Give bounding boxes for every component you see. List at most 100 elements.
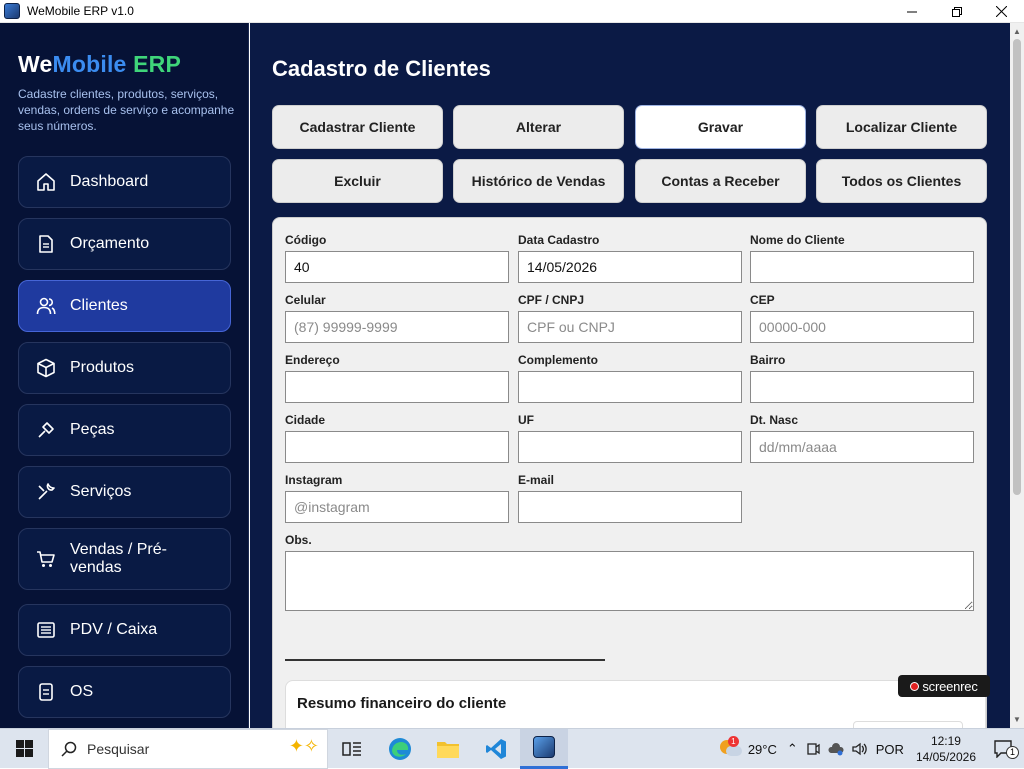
close-button[interactable] <box>979 0 1024 23</box>
uf-field[interactable] <box>518 431 742 463</box>
section-divider <box>285 659 605 661</box>
sidebar-item-vendas[interactable]: Vendas / Pré-vendas <box>18 528 231 590</box>
users-icon <box>36 296 56 316</box>
close-icon <box>996 6 1007 17</box>
sidebar-item-label: Clientes <box>70 297 128 314</box>
sidebar-item-dashboard[interactable]: Dashboard <box>18 156 231 208</box>
main-scrollbar[interactable]: ▲ ▼ <box>1010 23 1024 728</box>
weather-badge: 1 <box>727 736 739 747</box>
sidebar-item-label: Vendas / Pré-vendas <box>70 541 167 576</box>
taskbar-clock[interactable]: 12:19 14/05/2026 <box>916 733 976 765</box>
edge-button[interactable] <box>376 729 424 769</box>
sidebar-item-os[interactable]: OS <box>18 666 231 718</box>
sidebar-item-label: Serviços <box>70 483 132 500</box>
complemento-label: Complemento <box>518 353 599 367</box>
cpf-label: CPF / CNPJ <box>518 293 585 307</box>
dt-nasc-field[interactable] <box>750 431 974 463</box>
excluir-button[interactable]: Excluir <box>272 159 443 203</box>
main-content: Cadastro de Clientes Cadastrar Cliente A… <box>250 23 1010 728</box>
window-titlebar: WeMobile ERP v1.0 <box>0 0 1024 23</box>
sidebar-item-label: Orçamento <box>70 235 150 252</box>
window-controls <box>889 0 1024 23</box>
windows-logo-icon <box>15 740 33 757</box>
task-view-button[interactable] <box>328 729 376 769</box>
instagram-label: Instagram <box>285 473 343 487</box>
clock-date: 14/05/2026 <box>915 750 976 764</box>
language-indicator[interactable]: POR <box>876 742 904 757</box>
scroll-up-arrow-icon[interactable]: ▲ <box>1013 27 1021 36</box>
sidebar-item-label: PDV / Caixa <box>70 621 158 638</box>
brand-part-erp: ERP <box>133 51 182 77</box>
notification-count: 1 <box>1006 746 1019 759</box>
brand-description: Cadastre clientes, produtos, serviços, v… <box>18 87 235 133</box>
instagram-field[interactable] <box>285 491 509 523</box>
speaker-icon[interactable] <box>852 742 868 756</box>
weather-widget[interactable]: 1 29°C <box>719 736 777 758</box>
alterar-button[interactable]: Alterar <box>453 105 624 149</box>
cpf-field[interactable] <box>518 311 742 343</box>
sidebar-item-servicos[interactable]: Serviços <box>18 466 231 518</box>
meet-now-icon[interactable] <box>806 742 820 756</box>
tool-icon <box>36 420 56 440</box>
todos-clientes-button[interactable]: Todos os Clientes <box>816 159 987 203</box>
sidebar-item-clientes[interactable]: Clientes <box>18 280 231 332</box>
scroll-down-arrow-icon[interactable]: ▼ <box>1013 715 1021 724</box>
contas-receber-button[interactable]: Contas a Receber <box>635 159 806 203</box>
brand-part-mobile: Mobile <box>52 51 127 77</box>
gravar-button[interactable]: Gravar <box>635 105 806 149</box>
uf-label: UF <box>518 413 534 427</box>
endereco-label: Endereço <box>285 353 340 367</box>
cidade-field[interactable] <box>285 431 509 463</box>
scrollbar-thumb[interactable] <box>1013 39 1021 495</box>
vscode-button[interactable] <box>472 729 520 769</box>
complemento-field[interactable] <box>518 371 742 403</box>
notifications-button[interactable]: 1 <box>984 729 1024 769</box>
celular-field[interactable] <box>285 311 509 343</box>
register-icon <box>36 620 56 640</box>
start-button[interactable] <box>0 729 48 769</box>
sidebar-item-pecas[interactable]: Peças <box>18 404 231 456</box>
cart-icon <box>36 549 56 569</box>
cadastrar-cliente-button[interactable]: Cadastrar Cliente <box>272 105 443 149</box>
sidebar-item-label: Peças <box>70 421 115 438</box>
sidebar-item-orcamento[interactable]: Orçamento <box>18 218 231 270</box>
folder-icon <box>437 741 459 758</box>
system-tray: 1 29°C ⌃ POR 12:19 14/05/2026 1 <box>719 729 1024 769</box>
window-title: WeMobile ERP v1.0 <box>27 4 134 18</box>
onedrive-icon[interactable] <box>828 742 844 756</box>
obs-label: Obs. <box>285 533 312 547</box>
chevron-up-icon[interactable]: ⌃ <box>787 741 798 757</box>
obs-textarea[interactable] <box>285 551 974 611</box>
bairro-label: Bairro <box>750 353 786 367</box>
minimize-button[interactable] <box>889 0 934 23</box>
wrench-icon <box>36 482 56 502</box>
email-field[interactable] <box>518 491 742 523</box>
cep-field[interactable] <box>750 311 974 343</box>
wemobile-erp-taskbar-button[interactable] <box>520 728 568 769</box>
localizar-cliente-button[interactable]: Localizar Cliente <box>816 105 987 149</box>
clipboard-icon <box>36 682 56 702</box>
home-icon <box>36 172 56 192</box>
taskbar-search[interactable]: Pesquisar ✦✧ <box>48 728 328 769</box>
data-cadastro-field[interactable] <box>518 251 742 283</box>
search-icon <box>61 741 77 757</box>
maximize-button[interactable] <box>934 0 979 23</box>
endereco-field[interactable] <box>285 371 509 403</box>
codigo-field[interactable] <box>285 251 509 283</box>
sidebar-item-label: Produtos <box>70 359 135 376</box>
bairro-field[interactable] <box>750 371 974 403</box>
email-label: E-mail <box>518 473 555 487</box>
app-logo-icon <box>533 736 555 758</box>
file-explorer-button[interactable] <box>424 729 472 769</box>
summary-value-box <box>853 721 963 728</box>
dt-nasc-label: Dt. Nasc <box>750 413 799 427</box>
box-icon <box>36 358 56 378</box>
historico-vendas-button[interactable]: Histórico de Vendas <box>453 159 624 203</box>
sidebar-item-produtos[interactable]: Produtos <box>18 342 231 394</box>
record-dot-icon <box>910 681 920 691</box>
task-view-icon <box>342 741 361 756</box>
financial-summary-card: Resumo financeiro do cliente <box>285 680 986 728</box>
sidebar-item-pdv[interactable]: PDV / Caixa <box>18 604 231 656</box>
nome-field[interactable] <box>750 251 974 283</box>
windows-taskbar: Pesquisar ✦✧ 1 29°C ⌃ POR 12:19 14/05/20… <box>0 728 1024 769</box>
